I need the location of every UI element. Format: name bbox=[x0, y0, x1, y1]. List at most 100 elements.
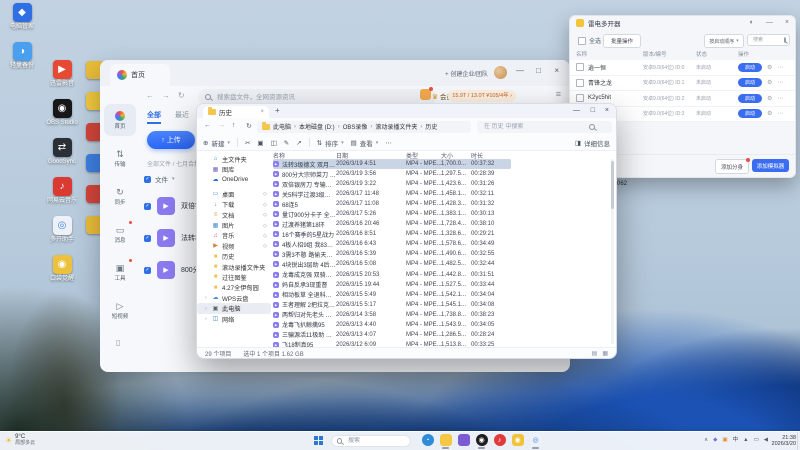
gear-icon[interactable]: ⚙ bbox=[767, 95, 772, 102]
breadcrumb-item[interactable]: 此电脑 › bbox=[273, 122, 296, 132]
list-view-icon[interactable]: ▤ bbox=[592, 350, 598, 357]
create-team-link[interactable]: + 创建企业/团队 bbox=[445, 69, 488, 78]
add-clone-button[interactable]: 添加分身 bbox=[715, 158, 750, 174]
new-button[interactable]: ⊕ 新建 ▾ bbox=[203, 138, 230, 148]
file-row[interactable]: ▶三骗源活11极助 十四稳全齐 2026/3/13 4:07 MP4 - MPE… bbox=[273, 330, 511, 340]
row-checkbox[interactable] bbox=[576, 78, 584, 87]
file-row[interactable]: ▶ 龙毒飞扒鲸擒95 2026/3/13 4:40 MP4 - MPE... 1,… bbox=[273, 320, 511, 330]
weather-widget[interactable]: ☀ 9°C 局部多云 bbox=[5, 434, 35, 446]
explorer-search-input[interactable] bbox=[482, 122, 586, 131]
tray-icon[interactable]: ▣ bbox=[722, 437, 727, 443]
close-button[interactable]: × bbox=[554, 67, 559, 75]
start-button[interactable]: 启动 bbox=[738, 93, 762, 103]
notification-bell-icon[interactable] bbox=[420, 87, 433, 100]
new-tab-button[interactable]: + bbox=[275, 106, 280, 115]
gear-icon[interactable]: ⚙ bbox=[767, 110, 772, 117]
explorer-sidebar-item[interactable]: › ☁ OneDrive ◇ bbox=[197, 175, 271, 185]
gear-icon[interactable]: ⚙ bbox=[767, 79, 772, 86]
refresh-icon[interactable]: ↻ bbox=[178, 91, 193, 100]
maximize-button[interactable]: □ bbox=[591, 107, 595, 114]
batch-operation-button[interactable]: 批量操作 bbox=[603, 34, 641, 48]
storage-quota-badge[interactable]: 15.9T / 13.0T ¥105/4年 › bbox=[448, 90, 516, 102]
desktop-icon[interactable]: ◑ 轻量备份 bbox=[4, 42, 40, 70]
address-bar[interactable]: 此电脑› 本地磁盘 (D:)› OBS录像› 滚动录播文件夹› 历史› bbox=[257, 120, 471, 133]
explorer-search-box[interactable] bbox=[477, 120, 612, 133]
start-button[interactable]: 启动 bbox=[738, 109, 762, 119]
taskbar-clock[interactable]: 21:38 2026/3/20 bbox=[772, 435, 796, 448]
explorer-sidebar-item[interactable]: › ▣ 此电脑 ◇ bbox=[197, 303, 271, 314]
emulator-row[interactable]: 逍一恒 安卓9.0(64位) ID:0 未启动 启动 ⚙ ⋯ bbox=[570, 60, 795, 76]
more-icon[interactable]: ⋯ bbox=[385, 139, 392, 147]
desktop-icon[interactable]: ◎ 多开助手 bbox=[44, 216, 80, 244]
file-row[interactable]: ▶ 双倍银房刀 专输车子 2026/3/19 3:22 MP4 - MPE... … bbox=[273, 179, 511, 189]
start-button[interactable]: 启动 bbox=[738, 78, 762, 88]
desktop-icon[interactable]: ◉ 口袋觉醒 bbox=[44, 255, 80, 283]
gear-icon[interactable]: ⚙ bbox=[767, 64, 772, 71]
file-row[interactable]: ▶ 16个赛季的5星战力 2026/3/16 8:51 MP4 - MPE... … bbox=[273, 229, 511, 239]
more-icon[interactable]: ⋯ bbox=[777, 79, 783, 86]
cloud-breadcrumb[interactable]: 全部文件 / 七月合集 bbox=[147, 159, 200, 168]
hamburger-menu-icon[interactable]: ≡ bbox=[556, 89, 561, 99]
desktop-icon[interactable]: ⇄ GoodSync bbox=[44, 138, 80, 166]
breadcrumb-item[interactable]: 本地磁盘 (D:) › bbox=[299, 122, 340, 132]
menu-icon[interactable]: ◐ bbox=[750, 19, 754, 26]
cloud-sidebar-item[interactable]: ▣ 工具 bbox=[104, 256, 136, 288]
share-icon[interactable]: ↗ bbox=[296, 139, 301, 147]
back-icon[interactable]: ← bbox=[146, 91, 162, 100]
explorer-sidebar-item[interactable]: › ≡ 文档 ◇ bbox=[197, 210, 271, 220]
back-icon[interactable]: ← bbox=[204, 122, 211, 129]
tray-icon[interactable]: ▲ bbox=[743, 437, 748, 443]
explorer-sidebar-item[interactable]: › ↓ 下载 ◇ bbox=[197, 200, 271, 210]
scrollbar[interactable] bbox=[611, 159, 614, 344]
file-row[interactable]: ▶3需3不憨 路偷天选 入选94 2026/3/16 5:39 MP4 - MP… bbox=[273, 249, 511, 259]
cut-icon[interactable]: ✂ bbox=[245, 139, 250, 147]
file-column-label[interactable]: 文件 bbox=[155, 174, 168, 184]
tray-icon[interactable]: ◀ bbox=[764, 437, 768, 443]
close-button[interactable]: × bbox=[785, 19, 789, 26]
file-row[interactable]: ▶王者理解 2把拉克妖藏95 2026/3/15 5:17 MP4 - MPE.… bbox=[273, 300, 511, 310]
select-all-checkbox[interactable]: ✓ bbox=[144, 175, 151, 183]
forward-icon[interactable]: → bbox=[162, 91, 178, 100]
explorer-sidebar-item[interactable]: › ▦ 图库 ◇ bbox=[197, 164, 271, 175]
upload-button[interactable]: ↑ 上传 bbox=[147, 131, 195, 149]
taskbar-app-icon[interactable]: ◎ bbox=[529, 434, 542, 449]
close-button[interactable]: × bbox=[605, 107, 609, 114]
explorer-tab[interactable]: 历史 × bbox=[203, 106, 269, 118]
breadcrumb-item[interactable]: 滚动录播文件夹 › bbox=[375, 122, 422, 132]
explorer-sidebar-item[interactable]: › ■ 滚动录播文件夹 ◇ bbox=[197, 262, 271, 272]
explorer-sidebar-item[interactable]: › ▭ 桌面 ◇ bbox=[197, 189, 271, 199]
desktop-icon[interactable]: ♪ 网易云音乐 bbox=[44, 177, 80, 205]
content-tab[interactable]: 全部 bbox=[147, 110, 161, 124]
view-button[interactable]: ▤ 查看 ▾ bbox=[351, 138, 379, 148]
file-row[interactable]: ▶4板人招9组 我83级8种 2026/3/16 6:43 MP4 - MPE.… bbox=[273, 239, 511, 249]
scrollbar-thumb[interactable] bbox=[611, 161, 614, 209]
row-checkbox[interactable]: ✓ bbox=[144, 202, 151, 210]
mascot-icon[interactable] bbox=[494, 66, 507, 79]
explorer-sidebar-item[interactable]: › ☁ WPS云盘 ◇ bbox=[197, 293, 271, 303]
explorer-sidebar-item[interactable]: › ▦ 图片 ◇ bbox=[197, 220, 271, 231]
file-row[interactable]: ▶相动板草 全退科学理解 2026/3/15 5:49 MP4 - MPE...… bbox=[273, 290, 511, 300]
row-checkbox[interactable]: ✓ bbox=[144, 266, 151, 274]
file-row[interactable]: ▶4块锐出3层助 4后天数触网 2026/3/16 5:08 MP4 - MPE… bbox=[273, 259, 511, 269]
start-button[interactable] bbox=[314, 436, 324, 446]
explorer-sidebar-item[interactable]: › ■ 4.27全伊甸园 ◇ bbox=[197, 283, 271, 293]
emulator-row[interactable]: 青锋之龙 安卓9.0(64位) ID:1 未启动 启动 ⚙ ⋯ bbox=[570, 75, 795, 91]
tray-icon[interactable]: ∧ bbox=[704, 437, 708, 443]
minimize-button[interactable]: — bbox=[766, 19, 773, 26]
content-tab[interactable]: 最近 bbox=[175, 110, 189, 124]
maximize-button[interactable]: □ bbox=[536, 67, 541, 75]
expand-chevron-icon[interactable]: › bbox=[205, 295, 209, 301]
file-row[interactable]: ▶800分大宗师菜刀 斩杀一波 2026/3/19 3:56 MP4 - MPE… bbox=[273, 169, 511, 179]
breadcrumb-item[interactable]: OBS录像 › bbox=[343, 122, 373, 132]
file-row[interactable]: ▶ 68连5 2026/3/17 11:08 MP4 - MPE... 1,428… bbox=[273, 199, 511, 209]
explorer-sidebar-item[interactable]: › ■ 历史 ◇ bbox=[197, 252, 271, 262]
row-checkbox[interactable] bbox=[576, 63, 584, 72]
expand-chevron-icon[interactable]: › bbox=[205, 316, 209, 322]
tab-close-icon[interactable]: × bbox=[260, 109, 264, 115]
taskbar-app-icon[interactable]: ◔ bbox=[421, 434, 434, 449]
add-emulator-button[interactable]: 添加模拟器 bbox=[752, 159, 789, 172]
explorer-sidebar-item[interactable]: › ♫ 音乐 ◇ bbox=[197, 231, 271, 241]
select-all-checkbox[interactable] bbox=[578, 36, 586, 45]
cloud-sidebar-item[interactable]: 首页 bbox=[104, 104, 136, 136]
desktop-icon[interactable]: ◆ 电脑管家 bbox=[4, 3, 40, 31]
